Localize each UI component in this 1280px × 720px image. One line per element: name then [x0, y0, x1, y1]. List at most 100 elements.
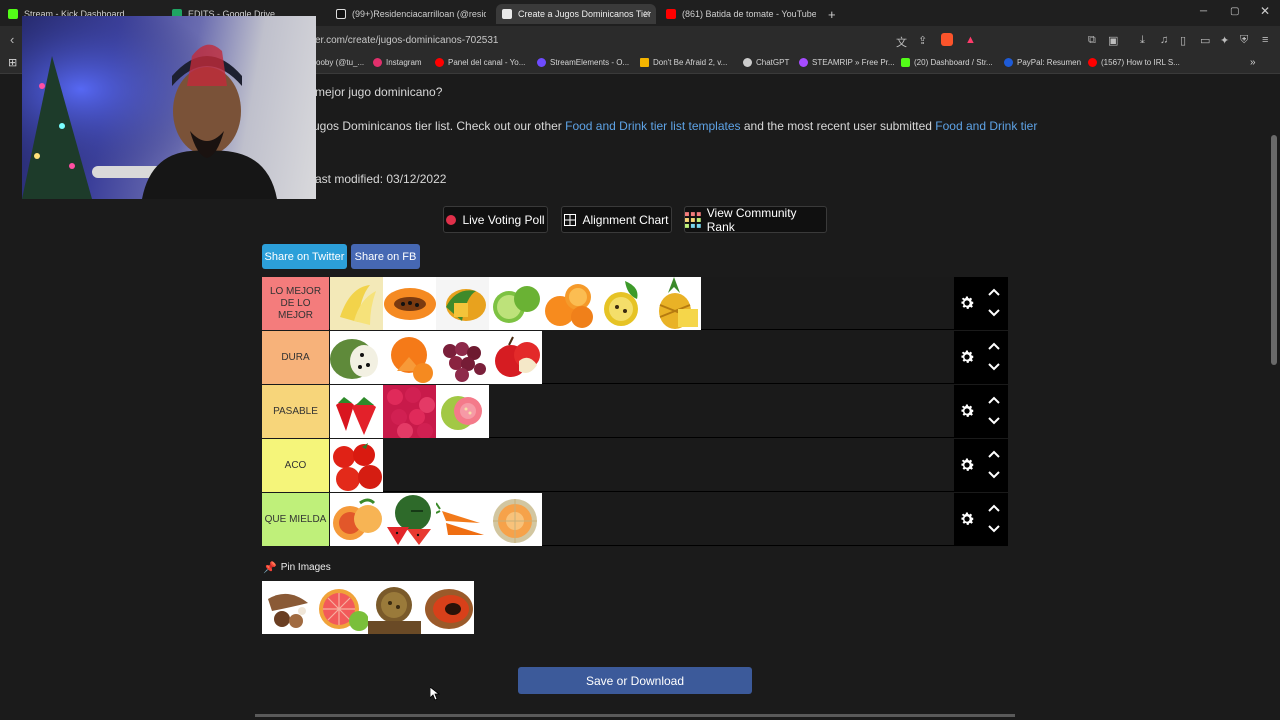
- gear-icon[interactable]: [958, 348, 976, 366]
- maximize-icon[interactable]: ▢: [1230, 6, 1239, 17]
- chevron-down-icon[interactable]: [988, 525, 1000, 533]
- passion-fruit-image[interactable]: [595, 277, 648, 330]
- tab-title: Create a Jugos Dominicanos Tier: [518, 9, 652, 19]
- banana-image[interactable]: [330, 277, 383, 330]
- minimize-icon[interactable]: ─: [1200, 6, 1207, 17]
- grapefruit-image[interactable]: [315, 581, 368, 634]
- gear-icon[interactable]: [958, 294, 976, 312]
- tier-label[interactable]: DURA: [262, 331, 329, 384]
- chevron-up-icon[interactable]: [988, 288, 1000, 296]
- extensions-icon[interactable]: ⧉: [1088, 34, 1096, 47]
- horizontal-scrollbar[interactable]: [255, 714, 1015, 717]
- tomato-image[interactable]: [330, 439, 383, 492]
- tab-youtube[interactable]: (861) Batida de tomate - YouTube: [666, 4, 816, 24]
- menu-icon[interactable]: ≡: [1262, 34, 1268, 46]
- tier-row: QUE MIELDA: [262, 493, 1008, 546]
- bookmark-item[interactable]: ChatGPT: [743, 58, 789, 67]
- wallet-icon[interactable]: ▣: [1108, 34, 1118, 47]
- live-voting-button[interactable]: Live Voting Poll: [443, 206, 548, 233]
- vertical-scrollbar[interactable]: [1268, 75, 1280, 720]
- download-icon[interactable]: ⤓: [1140, 34, 1145, 47]
- pin-images-toggle[interactable]: 📌 Pin Images: [263, 561, 331, 574]
- tamarind-image[interactable]: [262, 581, 315, 634]
- vpn-icon[interactable]: ⛨: [1240, 34, 1248, 47]
- watermelon-image[interactable]: [383, 493, 436, 546]
- strawberry-image[interactable]: [330, 385, 383, 438]
- chevron-up-icon[interactable]: [988, 504, 1000, 512]
- cantaloupe-image[interactable]: [489, 493, 542, 546]
- alignment-chart-button[interactable]: Alignment Chart: [561, 206, 672, 233]
- brave-shield-icon[interactable]: [941, 33, 953, 46]
- chevron-down-icon[interactable]: [988, 471, 1000, 479]
- soursop-image[interactable]: [330, 331, 383, 384]
- tier-row: ACO: [262, 439, 1008, 492]
- chevron-down-icon[interactable]: [988, 363, 1000, 371]
- guava-image[interactable]: [436, 385, 489, 438]
- bookmark-item[interactable]: ooby (@tu_...: [316, 58, 364, 67]
- community-rank-button[interactable]: View Community Rank: [684, 206, 827, 234]
- grid-icon: [564, 213, 577, 226]
- more-bookmarks-icon[interactable]: »: [1250, 57, 1256, 68]
- tier-label[interactable]: PASABLE: [262, 385, 329, 438]
- gear-icon[interactable]: [958, 456, 976, 474]
- tab-tier-maker[interactable]: Create a Jugos Dominicanos Tier ×: [496, 4, 656, 24]
- tier-label[interactable]: LO MEJOR DE LO MEJOR: [262, 277, 329, 330]
- chevron-up-icon[interactable]: [988, 342, 1000, 350]
- tangerine-image[interactable]: [383, 331, 436, 384]
- tier-label[interactable]: QUE MIELDA: [262, 493, 329, 546]
- apple-image[interactable]: [489, 331, 542, 384]
- share-twitter-button[interactable]: Share on Twitter: [262, 244, 347, 269]
- back-icon[interactable]: ‹: [10, 32, 14, 47]
- new-tab-button[interactable]: +: [828, 4, 840, 24]
- chevron-up-icon[interactable]: [988, 450, 1000, 458]
- bookmark-item[interactable]: PayPal: Resumen: [1004, 58, 1081, 67]
- sidebar-icon[interactable]: ▯: [1180, 34, 1186, 47]
- raspberry-image[interactable]: [383, 385, 436, 438]
- save-download-button[interactable]: Save or Download: [518, 667, 752, 694]
- chevron-down-icon[interactable]: [988, 417, 1000, 425]
- orange-image[interactable]: [542, 277, 595, 330]
- grape-image[interactable]: [436, 331, 489, 384]
- music-icon[interactable]: ♫: [1160, 34, 1168, 46]
- papaya-image[interactable]: [383, 277, 436, 330]
- close-icon[interactable]: ×: [644, 8, 650, 20]
- pin-icon: 📌: [263, 562, 277, 574]
- chinola-image[interactable]: [368, 581, 421, 634]
- gear-icon[interactable]: [958, 510, 976, 528]
- ai-icon[interactable]: ✦: [1220, 34, 1229, 47]
- food-drink-user-link[interactable]: Food and Drink tier: [935, 119, 1037, 133]
- pinned-images: [262, 581, 474, 634]
- brave-rewards-icon[interactable]: ▲: [965, 34, 976, 46]
- bookmark-item[interactable]: StreamElements - O...: [537, 58, 629, 67]
- intro-question: mejor jugo dominicano?: [315, 85, 443, 99]
- bookmark-item[interactable]: Panel del canal - Yo...: [435, 58, 525, 67]
- tab-tiktok[interactable]: (99+)Residenciacarrilloan (@residenc: [336, 4, 486, 24]
- url-field[interactable]: ker.com/create/jugos-dominicanos-702531: [310, 35, 498, 46]
- pineapple-image[interactable]: [648, 277, 701, 330]
- tier-label[interactable]: ACO: [262, 439, 329, 492]
- gear-icon[interactable]: [958, 402, 976, 420]
- lime-image[interactable]: [489, 277, 542, 330]
- zapote-image[interactable]: [421, 581, 474, 634]
- screenshot-icon[interactable]: ▭: [1200, 34, 1210, 47]
- close-window-icon[interactable]: ✕: [1260, 4, 1270, 18]
- chevron-up-icon[interactable]: [988, 396, 1000, 404]
- tier-row: DURA: [262, 331, 1008, 384]
- apps-icon[interactable]: ⊞: [8, 56, 17, 69]
- bookmark-item[interactable]: (20) Dashboard / Str...: [901, 58, 993, 67]
- bookmark-item[interactable]: STEAMRIP » Free Pr...: [799, 58, 895, 67]
- scroll-thumb[interactable]: [1271, 135, 1277, 365]
- chevron-down-icon[interactable]: [988, 309, 1000, 317]
- carrot-image[interactable]: [436, 493, 489, 546]
- share-fb-button[interactable]: Share on FB: [351, 244, 420, 269]
- translate-icon[interactable]: 文: [896, 34, 907, 50]
- tab-title: (99+)Residenciacarrilloan (@residenc: [352, 9, 486, 19]
- bookmark-item[interactable]: Instagram: [373, 58, 422, 67]
- share-icon[interactable]: ⇪: [918, 34, 927, 47]
- peach-image[interactable]: [330, 493, 383, 546]
- mango-image[interactable]: [436, 277, 489, 330]
- bookmark-item[interactable]: Don't Be Afraid 2, v...: [640, 58, 727, 67]
- record-icon: [446, 214, 457, 225]
- bookmark-item[interactable]: (1567) How to IRL S...: [1088, 58, 1180, 67]
- food-drink-templates-link[interactable]: Food and Drink tier list templates: [565, 119, 740, 133]
